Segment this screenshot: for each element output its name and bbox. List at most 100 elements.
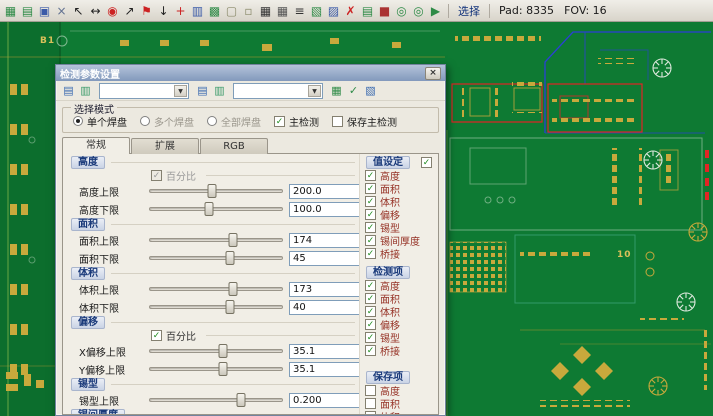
template-combobox-1[interactable]: ▼ xyxy=(99,83,189,99)
percent-checkbox[interactable]: ✓ xyxy=(151,170,162,181)
param-value-input[interactable] xyxy=(289,251,359,266)
copy-icon[interactable]: ▥ xyxy=(77,82,94,99)
slider-thumb[interactable] xyxy=(205,202,214,216)
panel-blue-icon[interactable]: ▥ xyxy=(189,2,206,20)
select-mode-button[interactable]: 选择 xyxy=(453,3,485,19)
param-slider[interactable] xyxy=(147,343,285,359)
mode-radio-2[interactable]: 全部焊盘 xyxy=(207,114,261,129)
arrow-ne-icon[interactable]: ↗ xyxy=(121,2,138,20)
percent-checkbox[interactable]: ✓ xyxy=(151,330,162,341)
flag-icon[interactable]: ⚑ xyxy=(138,2,155,20)
checkbox-icon[interactable]: ✓ xyxy=(365,411,376,414)
checkbox-icon[interactable]: ✓ xyxy=(365,280,376,291)
param-value-input[interactable] xyxy=(289,202,359,217)
add-grid-icon[interactable]: ▧ xyxy=(308,2,325,20)
checkbox-icon[interactable]: ✓ xyxy=(365,170,376,181)
template-combobox-2[interactable]: ▼ xyxy=(233,83,323,99)
stop-icon[interactable]: ■ xyxy=(376,2,393,20)
slider-thumb[interactable] xyxy=(225,251,234,265)
slider-thumb[interactable] xyxy=(225,300,234,314)
checkbox-icon[interactable]: ✓ xyxy=(365,183,376,194)
checkbox-icon[interactable]: ✓ xyxy=(365,398,376,409)
export-icon[interactable]: ▧ xyxy=(362,82,379,99)
close-button[interactable]: × xyxy=(425,67,441,80)
checkbox-icon[interactable]: ✓ xyxy=(365,235,376,246)
play-icon[interactable]: ▶ xyxy=(427,2,444,20)
param-value-input[interactable] xyxy=(289,184,359,199)
param-slider[interactable] xyxy=(147,392,285,408)
chevron-down-icon[interactable]: ▼ xyxy=(174,85,187,97)
tab-extended[interactable]: 扩展 xyxy=(131,138,199,154)
param-slider[interactable] xyxy=(147,201,285,217)
slider-thumb[interactable] xyxy=(228,233,237,247)
param-slider[interactable] xyxy=(147,299,285,315)
slider-thumb[interactable] xyxy=(228,282,237,296)
chevron-down-icon[interactable]: ▼ xyxy=(308,85,321,97)
save-icon[interactable]: ▣ xyxy=(36,2,53,20)
delete-icon[interactable]: ✗ xyxy=(342,2,359,20)
target2-icon[interactable]: ◎ xyxy=(410,2,427,20)
checkbox-icon[interactable]: ✓ xyxy=(365,385,376,396)
param-value-input[interactable] xyxy=(289,282,359,297)
checkbox-icon[interactable]: ✓ xyxy=(274,116,285,127)
tools-icon[interactable]: × xyxy=(53,2,70,20)
doc-icon[interactable]: ▢ xyxy=(223,2,240,20)
checkbox-icon[interactable]: ✓ xyxy=(365,248,376,259)
param-slider[interactable] xyxy=(147,232,285,248)
checkbox-icon[interactable]: ✓ xyxy=(365,222,376,233)
checkbox-icon[interactable]: ✓ xyxy=(365,306,376,317)
group-all-checkbox[interactable]: ✓ xyxy=(421,157,432,168)
param-value-input[interactable] xyxy=(289,393,359,408)
mode-radio-1[interactable]: 多个焊盘 xyxy=(140,114,194,129)
grid-dark-icon[interactable]: ▦ xyxy=(257,2,274,20)
checkbox-icon[interactable]: ✓ xyxy=(365,293,376,304)
doc2-icon[interactable]: ▫ xyxy=(240,2,257,20)
layers-icon[interactable]: ▤ xyxy=(359,2,376,20)
checkbox-icon[interactable]: ✓ xyxy=(365,209,376,220)
pin-red-icon[interactable]: ◉ xyxy=(104,2,121,20)
radio-icon[interactable] xyxy=(207,116,217,126)
arrow-down-icon[interactable]: ↓ xyxy=(155,2,172,20)
dialog-title-bar[interactable]: 检测参数设置 × xyxy=(56,65,445,81)
slider-thumb[interactable] xyxy=(218,344,227,358)
apply-icon[interactable]: ✓ xyxy=(345,82,362,99)
right-item[interactable]: ✓桥接 xyxy=(362,344,434,357)
tab-general[interactable]: 常规 xyxy=(62,137,130,154)
radio-icon[interactable] xyxy=(73,116,83,126)
checkbox-icon[interactable]: ✓ xyxy=(365,196,376,207)
cursor-icon[interactable]: ↖ xyxy=(70,2,87,20)
right-item[interactable]: ✓体积 xyxy=(362,410,434,414)
board-icon[interactable]: ▤ xyxy=(19,2,36,20)
slider-thumb[interactable] xyxy=(236,393,245,407)
right-item[interactable]: ✓桥接 xyxy=(362,247,434,260)
grid2-icon[interactable]: ▦ xyxy=(274,2,291,20)
mode-checkbox-1[interactable]: ✓保存主检测 xyxy=(332,114,397,129)
chart-icon[interactable]: ▨ xyxy=(325,2,342,20)
slider-thumb[interactable] xyxy=(207,184,216,198)
param-slider[interactable] xyxy=(147,183,285,199)
checkbox-icon[interactable]: ✓ xyxy=(365,319,376,330)
list-icon[interactable]: ≡ xyxy=(291,2,308,20)
marker-icon[interactable]: + xyxy=(172,2,189,20)
param-slider[interactable] xyxy=(147,250,285,266)
copy2-icon[interactable]: ▥ xyxy=(211,82,228,99)
param-value-input[interactable] xyxy=(289,344,359,359)
slider-thumb[interactable] xyxy=(218,362,227,376)
table-icon[interactable]: ▦ xyxy=(328,82,345,99)
param-value-input[interactable] xyxy=(289,362,359,377)
panel-green-icon[interactable]: ▩ xyxy=(206,2,223,20)
paste-icon[interactable]: ▤ xyxy=(60,82,77,99)
checkbox-icon[interactable]: ✓ xyxy=(365,345,376,356)
param-value-input[interactable] xyxy=(289,300,359,315)
grid-icon[interactable]: ▦ xyxy=(2,2,19,20)
radio-icon[interactable] xyxy=(140,116,150,126)
param-slider[interactable] xyxy=(147,361,285,377)
mode-checkbox-0[interactable]: ✓主检测 xyxy=(274,114,319,129)
target-icon[interactable]: ◎ xyxy=(393,2,410,20)
checkbox-icon[interactable]: ✓ xyxy=(365,332,376,343)
checkbox-icon[interactable]: ✓ xyxy=(332,116,343,127)
move-icon[interactable]: ↔ xyxy=(87,2,104,20)
paste2-icon[interactable]: ▤ xyxy=(194,82,211,99)
param-slider[interactable] xyxy=(147,281,285,297)
param-value-input[interactable] xyxy=(289,233,359,248)
